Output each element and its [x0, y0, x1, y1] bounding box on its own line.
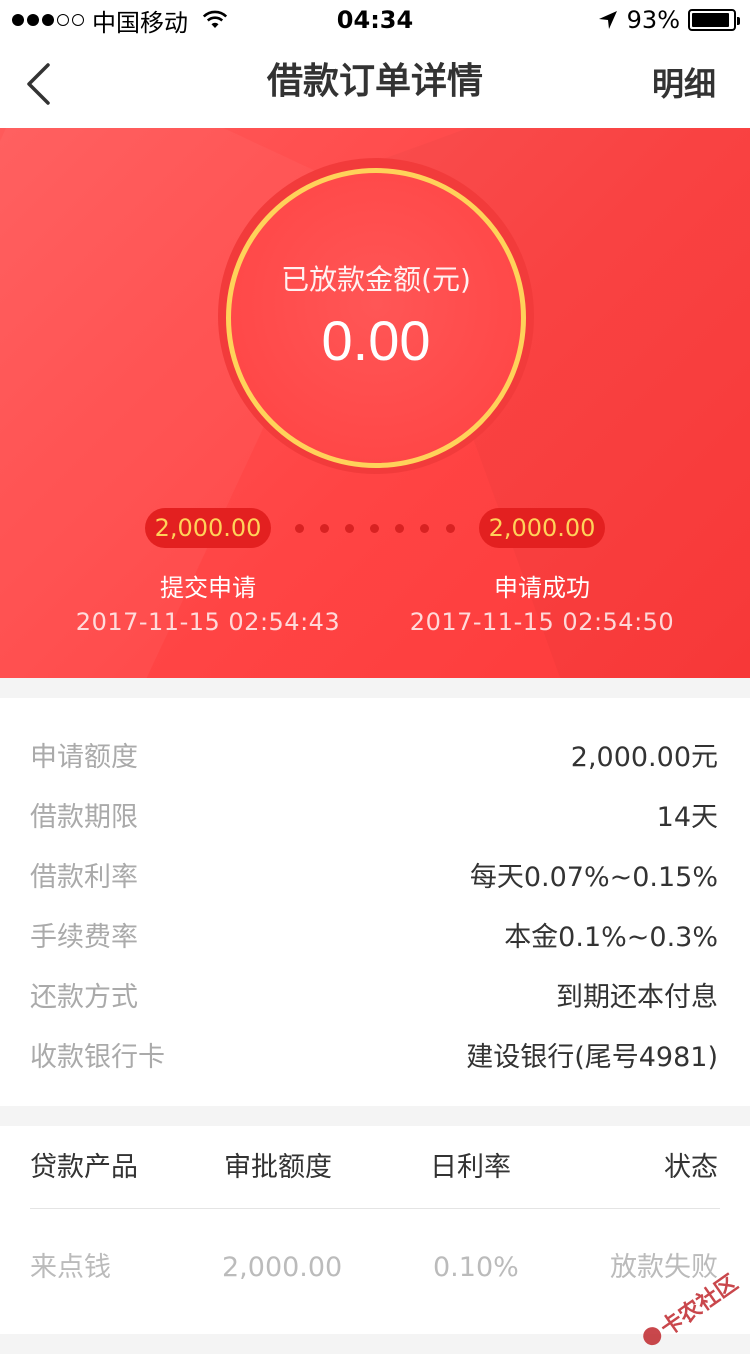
- disbursed-amount-label: 已放款金额(元): [281, 263, 471, 296]
- table-header-status: 状态: [664, 1152, 718, 1183]
- info-label: 还款方式: [30, 981, 138, 1013]
- table-header-product: 贷款产品: [30, 1152, 138, 1183]
- detail-button[interactable]: 明细: [652, 40, 716, 128]
- step-amount-approved: 2,000.00: [479, 508, 605, 548]
- page-title: 借款订单详情: [266, 61, 483, 102]
- table-cell-approved-amount: 2,000.00: [222, 1252, 343, 1283]
- info-label: 借款利率: [30, 861, 138, 893]
- step-time-submitted: 2017-11-15 02:54:43: [75, 608, 341, 636]
- info-value: 建设银行(尾号4981): [466, 1041, 718, 1073]
- progress-dot: [295, 524, 304, 533]
- status-right: 93%: [597, 4, 740, 36]
- info-value: 2,000.00元: [570, 741, 718, 773]
- step-label-submitted: 提交申请: [160, 574, 256, 602]
- info-label: 借款期限: [30, 801, 138, 833]
- table-divider: [30, 1208, 720, 1209]
- battery-percent: 93%: [626, 6, 680, 34]
- info-label: 收款银行卡: [30, 1041, 165, 1073]
- battery-icon: [688, 9, 740, 31]
- loan-info-list: 申请额度 2,000.00元 借款期限 14天 借款利率 每天0.07%~0.1…: [0, 698, 750, 1106]
- info-label: 手续费率: [30, 921, 138, 953]
- step-time-approved: 2017-11-15 02:54:50: [409, 608, 675, 636]
- info-value: 14天: [656, 801, 718, 833]
- info-row: 手续费率 本金0.1%~0.3%: [30, 904, 718, 964]
- info-value: 每天0.07%~0.15%: [469, 861, 718, 893]
- nav-bar: 借款订单详情 明细: [0, 40, 750, 128]
- progress-dot: [446, 524, 455, 533]
- info-row: 借款利率 每天0.07%~0.15%: [30, 844, 718, 904]
- progress-dot: [420, 524, 429, 533]
- step-amount-submitted: 2,000.00: [145, 508, 271, 548]
- table-cell-daily-rate: 0.10%: [433, 1252, 519, 1283]
- status-bar: 中国移动 04:34 93%: [0, 0, 750, 40]
- loan-product-table: 贷款产品 审批额度 日利率 状态 来点钱 2,000.00 0.10% 放款失败…: [0, 1126, 750, 1349]
- table-cell-product: 来点钱: [30, 1252, 111, 1283]
- info-row: 还款方式 到期还本付息: [30, 964, 718, 1024]
- info-value: 本金0.1%~0.3%: [504, 921, 718, 953]
- loan-summary-banner: 已放款金额(元) 0.00 2,000.00 2,000.00 提交申请 201…: [0, 128, 750, 678]
- step-label-approved: 申请成功: [494, 574, 590, 602]
- info-label: 申请额度: [30, 741, 138, 773]
- table-header-daily-rate: 日利率: [430, 1152, 511, 1183]
- progress-dot: [320, 524, 329, 533]
- info-row: 收款银行卡 建设银行(尾号4981): [30, 1024, 718, 1084]
- disbursed-amount-value: 0.00: [321, 309, 431, 372]
- progress-dot: [370, 524, 379, 533]
- location-arrow-icon: [598, 11, 617, 29]
- info-row: 申请额度 2,000.00元: [30, 724, 718, 784]
- progress-dot: [345, 524, 354, 533]
- info-row: 借款期限 14天: [30, 784, 718, 844]
- info-value: 到期还本付息: [556, 981, 718, 1013]
- progress-dot: [395, 524, 404, 533]
- table-header-approved-amount: 审批额度: [224, 1152, 332, 1183]
